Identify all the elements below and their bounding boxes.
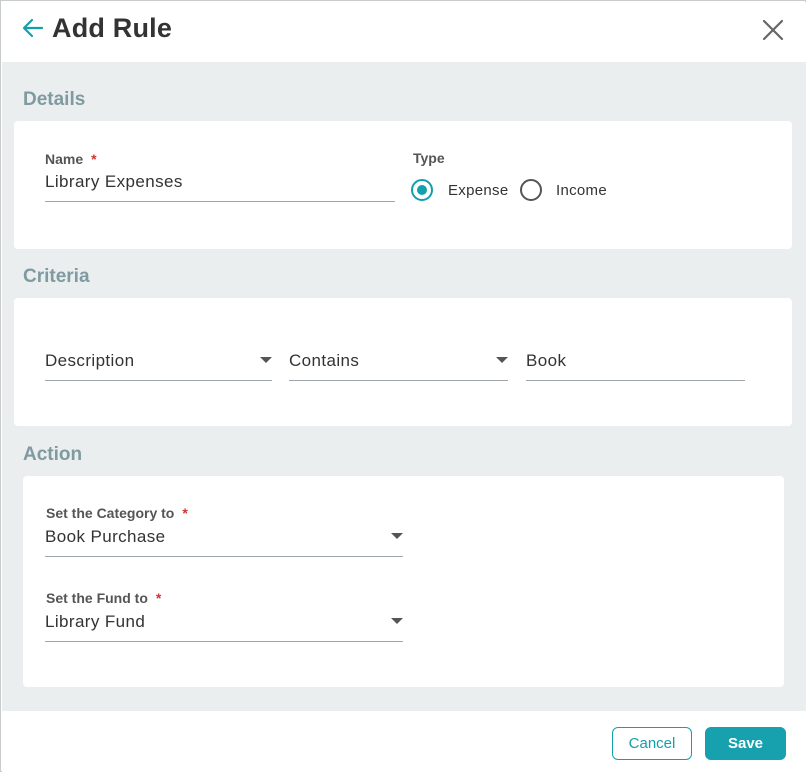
- criteria-card: Description Contains Book: [14, 298, 792, 426]
- save-button[interactable]: Save: [705, 727, 786, 760]
- category-value: Book Purchase: [45, 527, 166, 546]
- section-title-details: Details: [23, 89, 86, 110]
- type-label: Type: [413, 150, 445, 166]
- criteria-operator-value: Contains: [289, 351, 360, 370]
- chevron-down-icon: [391, 533, 403, 539]
- radio-income[interactable]: [520, 179, 542, 201]
- radio-income-label[interactable]: Income: [556, 182, 607, 199]
- chevron-down-icon: [260, 357, 272, 363]
- category-select[interactable]: Book Purchase: [45, 518, 403, 557]
- close-icon[interactable]: [762, 19, 784, 41]
- page-title: Add Rule: [52, 13, 173, 43]
- section-title-action: Action: [23, 444, 83, 465]
- details-card: Name * Library Expenses Type Expense Inco…: [14, 121, 792, 249]
- name-field-value: Library Expenses: [45, 172, 183, 191]
- radio-expense-label[interactable]: Expense: [448, 182, 508, 199]
- chevron-down-icon: [496, 357, 508, 363]
- dialog-header: Add Rule: [2, 2, 806, 62]
- fund-value: Library Fund: [45, 612, 146, 631]
- section-title-criteria: Criteria: [23, 266, 90, 287]
- radio-expense[interactable]: [411, 179, 433, 201]
- criteria-field-value: Description: [45, 351, 135, 370]
- arrow-left-icon[interactable]: [22, 17, 44, 39]
- dialog-body: Details Name * Library Expenses Type Expe…: [2, 62, 806, 711]
- chevron-down-icon: [391, 618, 403, 624]
- action-card: Set the Category to * Book Purchase Set t…: [23, 476, 784, 687]
- criteria-match-input[interactable]: Book: [526, 338, 745, 381]
- radio-selected-dot: [417, 185, 427, 195]
- criteria-match-value: Book: [526, 351, 567, 370]
- fund-select[interactable]: Library Fund: [45, 603, 403, 642]
- name-field[interactable]: Library Expenses: [45, 165, 395, 202]
- cancel-button[interactable]: Cancel: [612, 727, 692, 760]
- criteria-field-select[interactable]: Description: [45, 338, 272, 381]
- add-rule-dialog: Add Rule Details Name * Library Expenses …: [0, 0, 806, 772]
- dialog-footer: Cancel Save: [2, 711, 806, 772]
- criteria-operator-select[interactable]: Contains: [289, 338, 508, 381]
